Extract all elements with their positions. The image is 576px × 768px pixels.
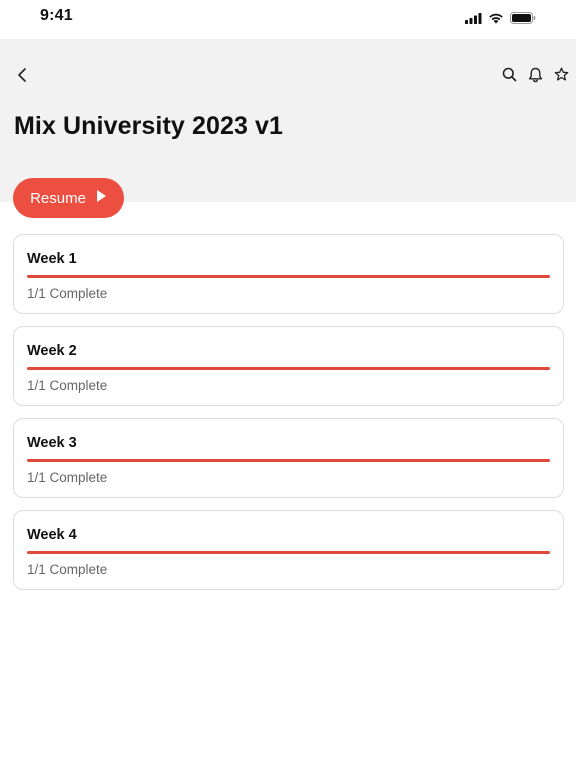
week-card[interactable]: Week 1 1/1 Complete [13,234,564,314]
week-list: Week 1 1/1 Complete Week 2 1/1 Complete … [13,234,564,602]
back-button[interactable] [12,66,32,88]
week-progress-fill [27,551,550,554]
week-status: 1/1 Complete [27,470,108,485]
header-actions [500,66,570,88]
week-title: Week 1 [27,251,77,267]
week-progress-fill [27,275,550,278]
week-card[interactable]: Week 2 1/1 Complete [13,326,564,406]
page-title: Mix University 2023 v1 [14,112,284,140]
search-button[interactable] [500,66,518,88]
search-icon [502,67,517,87]
week-progress-fill [27,367,550,370]
week-title: Week 3 [27,435,77,451]
play-icon [96,189,107,207]
week-status: 1/1 Complete [27,378,108,393]
battery-icon [510,11,536,29]
week-progress-bar [27,459,550,462]
star-icon [554,67,569,87]
week-title: Week 2 [27,343,77,359]
week-progress-bar [27,275,550,278]
week-progress-fill [27,459,550,462]
bell-icon [528,67,543,88]
resume-button[interactable]: Resume [13,178,124,218]
status-bar: 9:41 [0,0,576,38]
chevron-left-icon [17,67,27,88]
status-icons [465,11,536,29]
status-time: 9:41 [40,7,73,24]
notifications-button[interactable] [526,66,544,88]
wifi-icon [488,11,504,29]
app-screen: 9:41 Mix University 2023 v1 Resume Week … [0,0,576,768]
week-status: 1/1 Complete [27,562,108,577]
week-progress-bar [27,551,550,554]
week-progress-bar [27,367,550,370]
week-card[interactable]: Week 3 1/1 Complete [13,418,564,498]
favorite-button[interactable] [552,66,570,88]
cellular-signal-icon [465,11,482,29]
week-title: Week 4 [27,527,77,543]
week-status: 1/1 Complete [27,286,108,301]
week-card[interactable]: Week 4 1/1 Complete [13,510,564,590]
resume-button-label: Resume [30,189,86,207]
